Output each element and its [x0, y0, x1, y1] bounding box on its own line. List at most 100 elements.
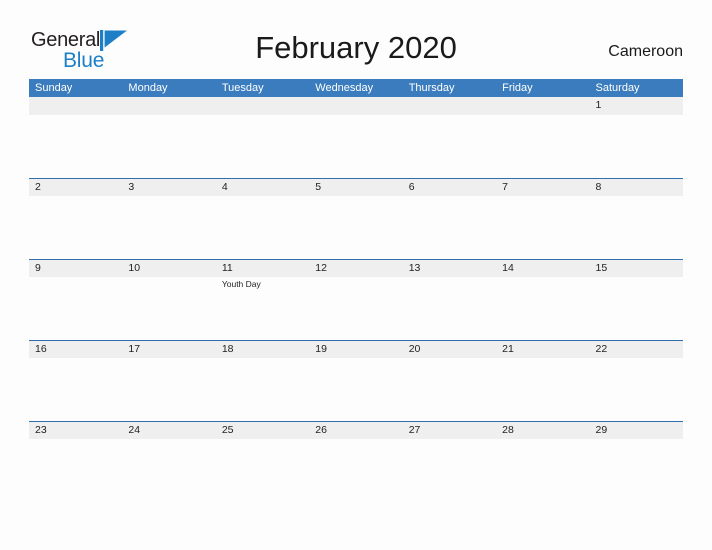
day-number[interactable]: 14: [496, 260, 589, 277]
week-event-strip: [29, 196, 683, 258]
day-number[interactable]: 29: [590, 422, 683, 439]
day-number[interactable]: 26: [309, 422, 402, 439]
day-events: [122, 196, 215, 258]
day-events: [496, 358, 589, 420]
day-number[interactable]: 7: [496, 179, 589, 196]
day-events: [29, 196, 122, 258]
calendar-week-row: 9 10 11 12 13 14 15 Youth Day: [29, 259, 683, 340]
day-events: [590, 439, 683, 501]
day-number[interactable]: 28: [496, 422, 589, 439]
day-events: [496, 115, 589, 177]
day-number[interactable]: 2: [29, 179, 122, 196]
day-number[interactable]: 19: [309, 341, 402, 358]
day-events: [29, 115, 122, 177]
day-number: [216, 97, 309, 115]
day-number[interactable]: 5: [309, 179, 402, 196]
day-events: [590, 196, 683, 258]
weekday-header-saturday: Saturday: [595, 82, 640, 94]
day-events: [590, 115, 683, 177]
day-number[interactable]: 25: [216, 422, 309, 439]
week-date-strip: 9 10 11 12 13 14 15: [29, 259, 683, 277]
day-number[interactable]: 21: [496, 341, 589, 358]
day-number: [403, 97, 496, 115]
day-number[interactable]: 8: [590, 179, 683, 196]
day-number[interactable]: 17: [122, 341, 215, 358]
weekday-header-row: Sunday Monday Tuesday Wednesday Thursday…: [29, 79, 683, 97]
week-date-strip: 23 24 25 26 27 28 29: [29, 421, 683, 439]
week-event-strip: [29, 358, 683, 420]
day-events: [309, 115, 402, 177]
weekday-header-sunday: Sunday: [35, 82, 73, 94]
day-events: [590, 358, 683, 420]
calendar-grid: Sunday Monday Tuesday Wednesday Thursday…: [29, 79, 683, 502]
day-number[interactable]: 24: [122, 422, 215, 439]
week-date-strip: 2345678: [29, 178, 683, 196]
day-number[interactable]: 16: [29, 341, 122, 358]
day-events: [496, 277, 589, 339]
day-events: [309, 277, 402, 339]
day-number: [122, 97, 215, 115]
day-events: [122, 277, 215, 339]
day-events: [403, 358, 496, 420]
day-events: [122, 358, 215, 420]
day-number[interactable]: 18: [216, 341, 309, 358]
day-number: [29, 97, 122, 115]
day-events: [29, 358, 122, 420]
day-number[interactable]: 20: [403, 341, 496, 358]
week-date-strip: 16 17 18 19 20 21 22: [29, 340, 683, 358]
page-header: General Blue February 2020 Cameroon: [0, 0, 712, 79]
day-events: [216, 358, 309, 420]
holiday-label: Youth Day: [221, 279, 261, 289]
day-number: [496, 97, 589, 115]
day-number[interactable]: 22: [590, 341, 683, 358]
week-date-strip: 1: [29, 97, 683, 115]
weekday-header-monday: Monday: [128, 82, 168, 94]
day-number[interactable]: 23: [29, 422, 122, 439]
day-events: Youth Day: [216, 277, 309, 339]
weekday-header-tuesday: Tuesday: [221, 82, 264, 94]
country-label: Cameroon: [608, 43, 683, 60]
day-events: [496, 439, 589, 501]
week-event-strip: [29, 115, 683, 177]
page-title: February 2020: [255, 30, 457, 65]
day-events: [309, 358, 402, 420]
day-number[interactable]: 10: [122, 260, 215, 277]
day-number[interactable]: 9: [29, 260, 122, 277]
day-number[interactable]: 13: [403, 260, 496, 277]
day-events: [216, 115, 309, 177]
calendar-week-row: 16 17 18 19 20 21 22: [29, 340, 683, 421]
calendar-week-row: 23 24 25 26 27 28 29: [29, 421, 683, 502]
day-number[interactable]: 6: [403, 179, 496, 196]
day-number[interactable]: 12: [309, 260, 402, 277]
day-events: [216, 439, 309, 501]
weekday-header-friday: Friday: [502, 82, 533, 94]
calendar-weeks: 1 2 3 4 5 6 7 8 9 10 11 12 13 14 15 Youth Day 16 17 18 19 20…: [29, 97, 683, 502]
day-events: [216, 196, 309, 258]
day-number[interactable]: 15: [590, 260, 683, 277]
calendar-week-row: 2345678: [29, 178, 683, 259]
day-number[interactable]: 11: [216, 260, 309, 277]
day-events: [496, 196, 589, 258]
day-number[interactable]: 3: [122, 179, 215, 196]
day-events: [403, 196, 496, 258]
day-number: [309, 97, 402, 115]
weekday-header-thursday: Thursday: [408, 82, 455, 94]
day-events: [309, 439, 402, 501]
day-events: [122, 439, 215, 501]
weekday-header-wednesday: Wednesday: [315, 82, 374, 94]
day-number[interactable]: 27: [403, 422, 496, 439]
calendar-page: General Blue February 2020 Cameroon Sund…: [0, 0, 712, 550]
week-event-strip: [29, 439, 683, 501]
day-events: [309, 196, 402, 258]
day-number[interactable]: 1: [590, 97, 683, 115]
day-events: [29, 439, 122, 501]
day-events: [403, 277, 496, 339]
day-events: [403, 439, 496, 501]
calendar-week-row: 1: [29, 97, 683, 178]
day-events: [122, 115, 215, 177]
week-event-strip: Youth Day: [29, 277, 683, 339]
day-events: [403, 115, 496, 177]
day-number[interactable]: 4: [216, 179, 309, 196]
day-events: [590, 277, 683, 339]
day-events: [29, 277, 122, 339]
